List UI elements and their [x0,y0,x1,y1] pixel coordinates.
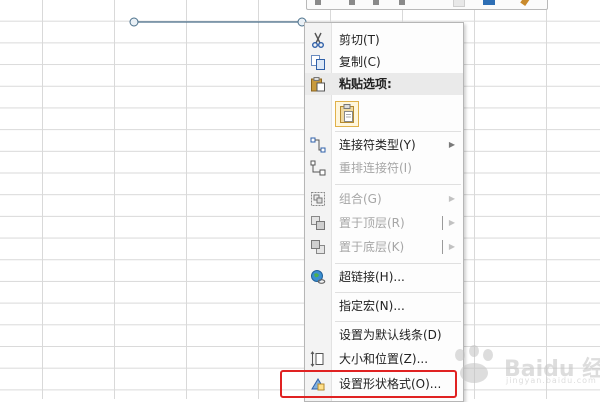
menu-item-label: 指定宏(N)... [339,299,405,313]
copy-icon [311,55,325,70]
toolbar-button[interactable] [349,0,355,5]
menu-item-label: 置于底层(K) [339,240,405,254]
menu-item-set-default-line[interactable]: 设置为默认线条(D) [305,324,463,346]
menu-item-size-position[interactable]: 大小和位置(Z)... [305,348,463,370]
menu-item-label: 重排连接符(I) [339,161,412,175]
menu-item-label: 设置为默认线条(D) [339,328,442,342]
menu-item-label: 复制(C) [339,55,381,69]
connector-start-handle[interactable] [129,17,139,27]
reroute-icon [310,160,326,176]
menu-item-copy[interactable]: 复制(C) [305,51,463,73]
watermark: Baidu 经验 jingyan.baidu.com [446,345,600,385]
hyperlink-globe-icon [311,270,326,284]
size-position-icon [310,351,324,367]
submenu-arrow-icon[interactable]: ▶ [449,236,455,258]
toolbar-button[interactable] [315,0,321,5]
menu-item-label: 剪切(T) [339,33,380,47]
context-menu: 剪切(T) 复制(C) 粘贴选项: 连接符类型(Y) ▶ 重排连接符(I) 组合… [304,22,464,402]
connector-type-icon [310,137,326,153]
menu-item-label: 超链接(H)... [339,270,405,284]
menu-item-label: 大小和位置(Z)... [339,352,429,366]
paste-icon [311,77,325,92]
menu-item-label: 粘贴选项: [339,77,392,91]
menu-item-hyperlink[interactable]: 超链接(H)... [305,266,463,288]
shape-outline-button[interactable] [483,0,495,5]
shape-fill-button[interactable] [453,0,465,7]
menu-item-label: 组合(G) [339,192,382,206]
toolbar-button[interactable] [399,0,405,5]
submenu-arrow-icon[interactable]: ▶ [449,212,455,234]
bring-to-front-icon [311,216,325,230]
paste-options-header: 粘贴选项: [305,73,463,95]
menu-item-assign-macro[interactable]: 指定宏(N)... [305,295,463,317]
menu-item-bring-to-front[interactable]: 置于顶层(R) ▶ [305,212,463,234]
paw-logo-icon [455,345,493,383]
menu-item-connector-type[interactable]: 连接符类型(Y) ▶ [305,134,463,156]
menu-item-send-to-back[interactable]: 置于底层(K) ▶ [305,236,463,258]
submenu-arrow-icon: ▶ [448,140,455,149]
paste-keep-formatting-button[interactable] [335,101,359,127]
menu-item-reroute-connectors[interactable]: 重排连接符(I) [305,157,463,179]
group-icon [311,192,325,206]
menu-item-cut[interactable]: 剪切(T) [305,29,463,51]
send-to-back-icon [311,240,325,254]
menu-item-label: 连接符类型(Y) [339,138,416,152]
mini-toolbar[interactable] [306,0,548,10]
format-painter-icon[interactable] [520,0,530,6]
submenu-arrow-icon: ▶ [448,194,455,203]
watermark-subtext: jingyan.baidu.com [506,376,597,385]
menu-item-group[interactable]: 组合(G) ▶ [305,188,463,210]
scissors-icon [312,32,324,48]
clipboard-icon [340,104,354,123]
menu-item-label: 置于顶层(R) [339,216,405,230]
toolbar-button[interactable] [373,0,379,5]
highlight-box [280,370,457,398]
